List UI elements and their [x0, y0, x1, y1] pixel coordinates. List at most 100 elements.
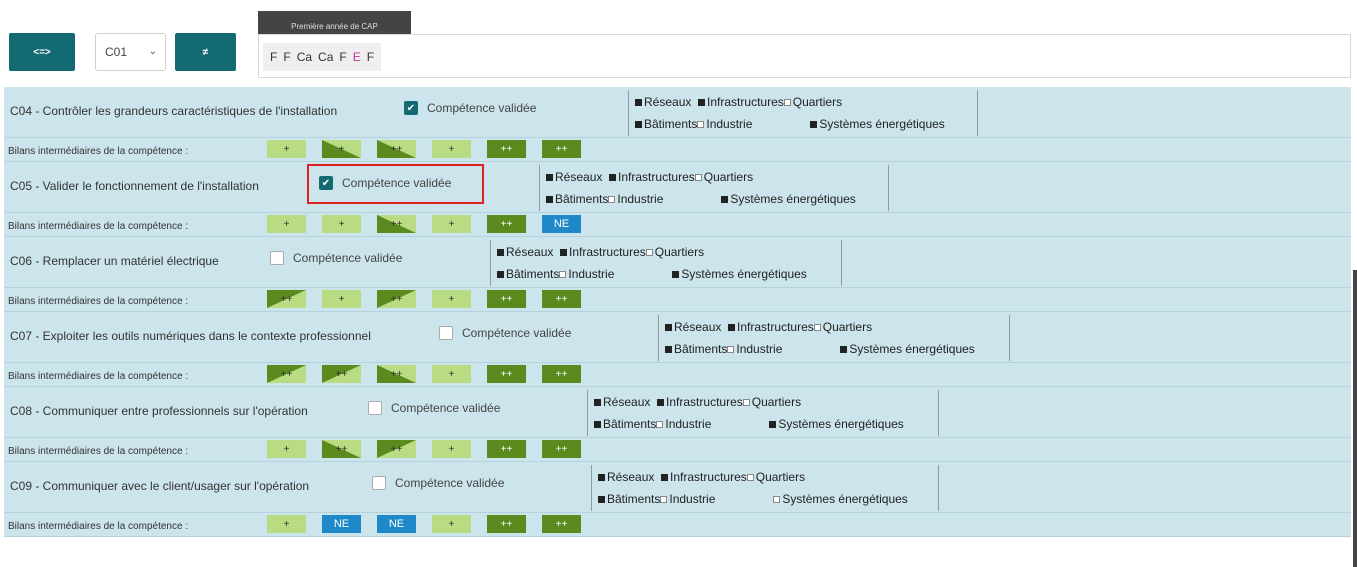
bilan-cell-text: NE: [553, 218, 570, 230]
bilan-cell[interactable]: ++: [487, 215, 526, 233]
bilan-cell[interactable]: ++: [487, 290, 526, 308]
bilan-cell-text: ++: [390, 218, 403, 230]
unchecked-square-icon: [813, 324, 821, 332]
bilan-cell[interactable]: +: [432, 140, 471, 158]
bilan-cell[interactable]: ++: [377, 140, 416, 158]
bilan-cell[interactable]: ++: [377, 440, 416, 458]
checked-square-icon: [497, 271, 504, 279]
bilan-cell[interactable]: ++: [542, 365, 581, 383]
competence-validated-label: Compétence validée: [427, 101, 537, 115]
bilan-cell[interactable]: +: [432, 515, 471, 533]
bilan-cell[interactable]: ++: [267, 290, 306, 308]
bilan-cell[interactable]: ++: [542, 140, 581, 158]
checked-square-icon: [728, 324, 736, 332]
grade-item: F: [283, 50, 291, 64]
competence-validated-checkbox[interactable]: Compétence validée: [372, 476, 504, 490]
checked-square-icon: [560, 249, 568, 257]
domain-infrastructures: Infrastructures: [618, 170, 695, 184]
bilan-cell-text: ++: [390, 293, 403, 305]
domain-reseaux: Réseaux: [555, 170, 603, 184]
scrollbar[interactable]: [1353, 270, 1357, 567]
competence-validated-checkbox[interactable]: ✔ Compétence validée: [404, 101, 536, 115]
bilan-cell[interactable]: NE: [542, 215, 581, 233]
domain-batiments: Bâtiments: [674, 342, 728, 356]
bilan-cell-text: +: [448, 293, 455, 305]
domain-batiments: Bâtiments: [644, 117, 698, 131]
bilan-cell-text: +: [448, 518, 455, 530]
bilan-cell[interactable]: +: [267, 515, 306, 533]
bilan-cells: + + ++ + ++ ++: [267, 140, 597, 158]
bilan-cell[interactable]: +: [322, 140, 361, 158]
grade-item: E: [352, 50, 361, 64]
bilan-cell[interactable]: +: [432, 290, 471, 308]
checkbox-empty-icon[interactable]: [439, 326, 453, 340]
competence-validated-label: Compétence validée: [391, 401, 501, 415]
year-tab[interactable]: Première année de CAP: [258, 11, 411, 34]
competence-title: C05 - Valider le fonctionnement de l'ins…: [10, 179, 259, 193]
bilan-cell[interactable]: +: [267, 140, 306, 158]
domain-infrastructures: Infrastructures: [666, 395, 743, 409]
domain-industrie: Industrie: [617, 192, 664, 206]
bilan-cell[interactable]: ++: [487, 140, 526, 158]
domain-industrie: Industrie: [669, 492, 716, 506]
unchecked-square-icon: [608, 196, 616, 204]
domain-reseaux: Réseaux: [607, 470, 655, 484]
bilan-cell[interactable]: ++: [322, 365, 361, 383]
bilan-cell[interactable]: ++: [542, 440, 581, 458]
bilan-label: Bilans intermédiaires de la compétence :: [8, 221, 189, 232]
domains-box: Réseaux Infrastructures Quartiers Bâtiment…: [628, 90, 978, 136]
domain-industrie: Industrie: [706, 117, 753, 131]
checked-square-icon: [665, 346, 672, 354]
bilan-cell[interactable]: +: [432, 365, 471, 383]
competence-title: C09 - Communiquer avec le client/usager …: [10, 479, 310, 493]
domain-quartiers: Quartiers: [792, 95, 843, 109]
bilan-cell[interactable]: +: [432, 440, 471, 458]
bilan-cell[interactable]: ++: [377, 365, 416, 383]
unchecked-square-icon: [694, 174, 702, 182]
unchecked-square-icon: [742, 399, 750, 407]
bilan-cell[interactable]: +: [267, 215, 306, 233]
checkbox-empty-icon[interactable]: [270, 251, 284, 265]
competence-title: C04 - Contrôler les grandeurs caractéris…: [10, 104, 338, 118]
bilan-cell[interactable]: ++: [322, 440, 361, 458]
bilan-cell-text: ++: [555, 443, 568, 455]
bilan-cell[interactable]: ++: [487, 365, 526, 383]
bilan-cell[interactable]: ++: [267, 365, 306, 383]
bilan-cell[interactable]: +: [322, 290, 361, 308]
domain-systemes: Systèmes énergétiques: [849, 342, 975, 356]
bilan-cell[interactable]: ++: [377, 215, 416, 233]
checkbox-empty-icon[interactable]: [372, 476, 386, 490]
checkbox-empty-icon[interactable]: [368, 401, 382, 415]
bilan-cell[interactable]: ++: [487, 440, 526, 458]
competence-select[interactable]: C01 ⌄: [95, 33, 166, 71]
competence-validated-checkbox[interactable]: Compétence validée: [368, 401, 500, 415]
domains-box: Réseaux Infrastructures Quartiers Bâtiment…: [490, 240, 842, 286]
bilan-cell[interactable]: ++: [542, 290, 581, 308]
bilan-cell-text: +: [448, 368, 455, 380]
bilan-cell[interactable]: +: [322, 215, 361, 233]
bilan-cell-text: ++: [335, 368, 348, 380]
not-equal-button[interactable]: ≠: [175, 33, 236, 71]
checkmark-icon[interactable]: ✔: [404, 101, 418, 115]
bilan-label: Bilans intermédiaires de la compétence :: [8, 521, 189, 532]
bilan-cell[interactable]: +: [432, 215, 471, 233]
domain-batiments: Bâtiments: [603, 417, 657, 431]
checked-square-icon: [721, 196, 729, 204]
bilan-cell[interactable]: ++: [377, 290, 416, 308]
domain-batiments: Bâtiments: [607, 492, 661, 506]
competence-validated-checkbox[interactable]: Compétence validée: [270, 251, 402, 265]
checked-square-icon: [698, 99, 706, 107]
bilan-cell[interactable]: NE: [377, 515, 416, 533]
unchecked-square-icon: [660, 496, 668, 504]
swap-button[interactable]: <=>: [9, 33, 75, 71]
checked-square-icon: [598, 474, 605, 482]
bilan-cell[interactable]: ++: [542, 515, 581, 533]
bilan-cell[interactable]: NE: [322, 515, 361, 533]
bilan-cell-text: ++: [280, 293, 293, 305]
domain-quartiers: Quartiers: [654, 245, 705, 259]
competence-validated-checkbox[interactable]: Compétence validée: [439, 326, 571, 340]
competence-validated-label: Compétence validée: [462, 326, 572, 340]
unchecked-square-icon: [697, 121, 705, 129]
bilan-cell[interactable]: +: [267, 440, 306, 458]
bilan-cell[interactable]: ++: [487, 515, 526, 533]
